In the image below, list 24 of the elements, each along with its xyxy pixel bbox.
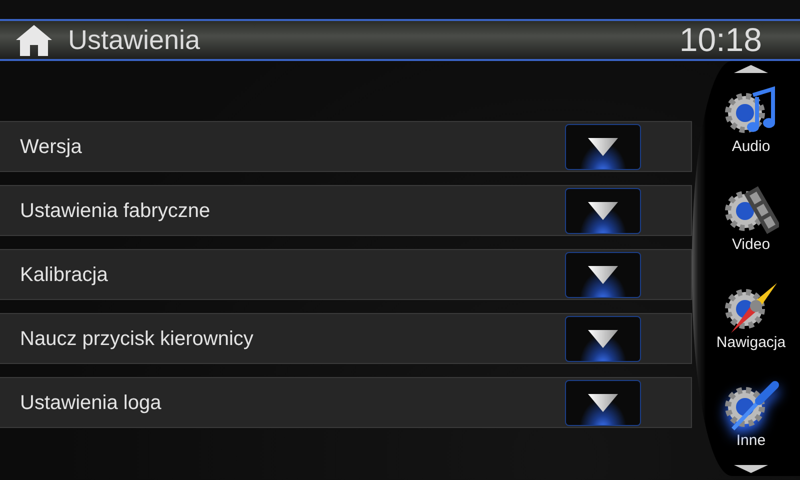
setting-label: Wersja xyxy=(20,134,82,160)
dropdown-button[interactable] xyxy=(565,380,641,426)
setting-label: Kalibracja xyxy=(20,262,108,288)
dropdown-button[interactable] xyxy=(565,252,641,298)
clock-time: 10:18 xyxy=(679,20,762,60)
scroll-up-icon[interactable] xyxy=(734,65,768,73)
screen-title: Ustawienia xyxy=(68,24,200,57)
scroll-down-icon[interactable] xyxy=(734,465,768,473)
sidebar-item[interactable]: Nawigacja xyxy=(716,279,786,367)
setting-label: Ustawienia fabryczne xyxy=(20,198,210,224)
caret-icon xyxy=(588,202,618,220)
sidebar-item[interactable]: Inne xyxy=(723,377,779,465)
dropdown-button[interactable] xyxy=(565,316,641,362)
sidebar-item[interactable]: Audio xyxy=(723,83,779,171)
setting-label: Ustawienia loga xyxy=(20,390,162,416)
caret-icon xyxy=(588,138,618,156)
home-icon[interactable] xyxy=(14,23,54,57)
dropdown-button[interactable] xyxy=(565,188,641,234)
caret-icon xyxy=(588,266,618,284)
caret-icon xyxy=(588,330,618,348)
setting-label: Naucz przycisk kierownicy xyxy=(20,326,254,352)
caret-icon xyxy=(588,394,618,412)
sidebar-item[interactable]: Video xyxy=(723,181,779,269)
dropdown-button[interactable] xyxy=(565,124,641,170)
